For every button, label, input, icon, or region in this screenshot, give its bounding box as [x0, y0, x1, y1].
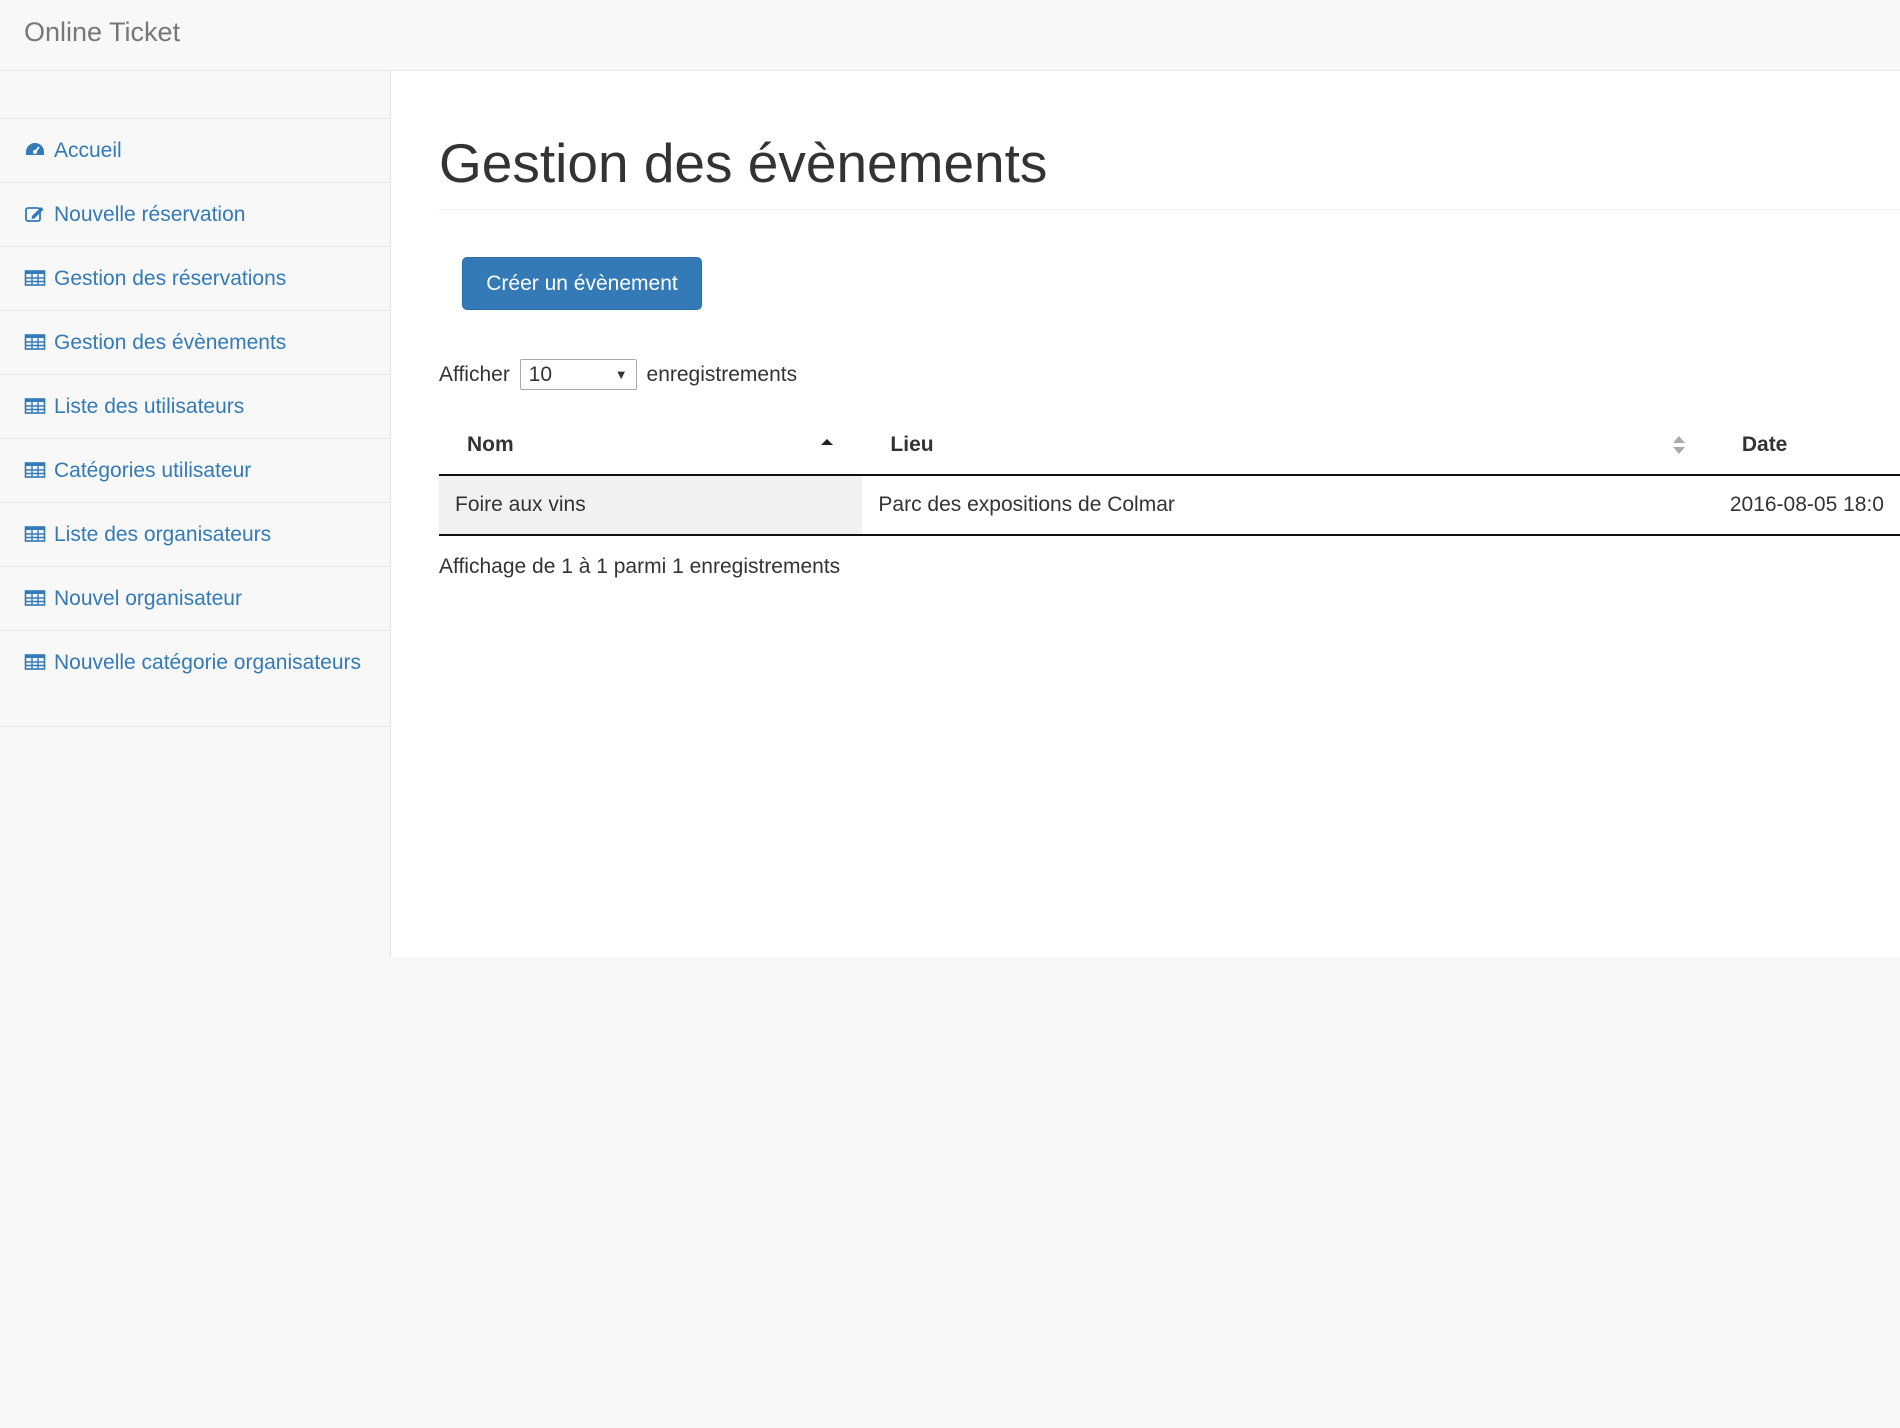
table-row[interactable]: Foire aux vins Parc des expositions de C… [439, 475, 1900, 536]
sidebar-item-label: Nouvelle réservation [54, 203, 246, 226]
sort-both-icon [1672, 436, 1685, 454]
chevron-down-icon: ▼ [614, 367, 628, 382]
sidebar-item-nouvel-organisateur[interactable]: Nouvel organisateur [0, 567, 390, 631]
sidebar-item-liste-organisateurs[interactable]: Liste des organisateurs [0, 503, 390, 567]
table-icon [24, 462, 46, 478]
events-table: Nom Lieu Date Foire aux vins Parc des ex… [439, 415, 1900, 536]
column-header-label: Nom [467, 432, 514, 456]
sidebar-item-gestion-evenements[interactable]: Gestion des évènements [0, 311, 390, 375]
length-suffix-label: enregistrements [646, 363, 798, 386]
page-length-select[interactable]: 10 ▼ [519, 359, 637, 390]
table-icon [24, 590, 46, 606]
sidebar-item-label: Gestion des réservations [54, 267, 287, 290]
table-icon [24, 526, 46, 542]
table-cell-date: 2016-08-05 18:0 [1713, 475, 1900, 536]
table-icon [24, 654, 46, 670]
table-info-text: Affichage de 1 à 1 parmi 1 enregistremen… [439, 555, 841, 578]
create-event-button[interactable]: Créer un évènement [462, 257, 702, 310]
sidebar-item-categories-utilisateur[interactable]: Catégories utilisateur [0, 439, 390, 503]
sidebar-item-gestion-reservations[interactable]: Gestion des réservations [0, 247, 390, 311]
column-header-date[interactable]: Date [1713, 415, 1900, 476]
brand-title[interactable]: Online Ticket [24, 14, 180, 50]
table-icon [24, 334, 46, 350]
sort-ascending-icon [821, 439, 834, 445]
table-length-control: Afficher 10 ▼ enregistrements [439, 359, 797, 391]
main-content: Gestion des évènements Créer un évènemen… [391, 71, 1900, 958]
sidebar-item-label: Nouvelle catégorie organisateurs [54, 651, 362, 674]
sidebar-item-label: Gestion des évènements [54, 331, 287, 354]
sidebar-item-accueil[interactable]: Accueil [0, 119, 390, 183]
sidebar-item-nouvelle-reservation[interactable]: Nouvelle réservation [0, 183, 390, 247]
edit-icon [25, 207, 44, 222]
sidebar: Accueil Nouvelle réservation Gestion des… [0, 71, 391, 958]
page-title: Gestion des évènements [439, 132, 1048, 194]
sidebar-item-label: Catégories utilisateur [54, 459, 252, 482]
sidebar-item-label: Accueil [54, 139, 122, 162]
navbar: Online Ticket [0, 0, 1900, 71]
column-header-nom[interactable]: Nom [439, 415, 863, 476]
sidebar-item-label: Liste des organisateurs [54, 523, 272, 546]
dashboard-icon [26, 143, 44, 155]
page-length-value: 10 [528, 363, 553, 386]
title-divider [439, 209, 1900, 210]
table-cell-lieu: Parc des expositions de Colmar [862, 475, 1714, 536]
sidebar-menu: Accueil Nouvelle réservation Gestion des… [0, 118, 390, 727]
column-header-label: Date [1741, 432, 1788, 456]
sidebar-item-label: Liste des utilisateurs [54, 395, 245, 418]
table-icon [24, 270, 46, 286]
column-header-label: Lieu [890, 432, 934, 456]
table-icon [24, 398, 46, 414]
length-prefix-label: Afficher [439, 363, 510, 386]
sidebar-item-label: Nouvel organisateur [54, 587, 242, 610]
sidebar-item-nouvelle-categorie-organisateurs[interactable]: Nouvelle catégorie organisateurs [0, 631, 390, 727]
sidebar-item-liste-utilisateurs[interactable]: Liste des utilisateurs [0, 375, 390, 439]
column-header-lieu[interactable]: Lieu [862, 415, 1714, 476]
table-header-row: Nom Lieu Date [439, 415, 1900, 476]
table-cell-nom: Foire aux vins [439, 475, 863, 536]
